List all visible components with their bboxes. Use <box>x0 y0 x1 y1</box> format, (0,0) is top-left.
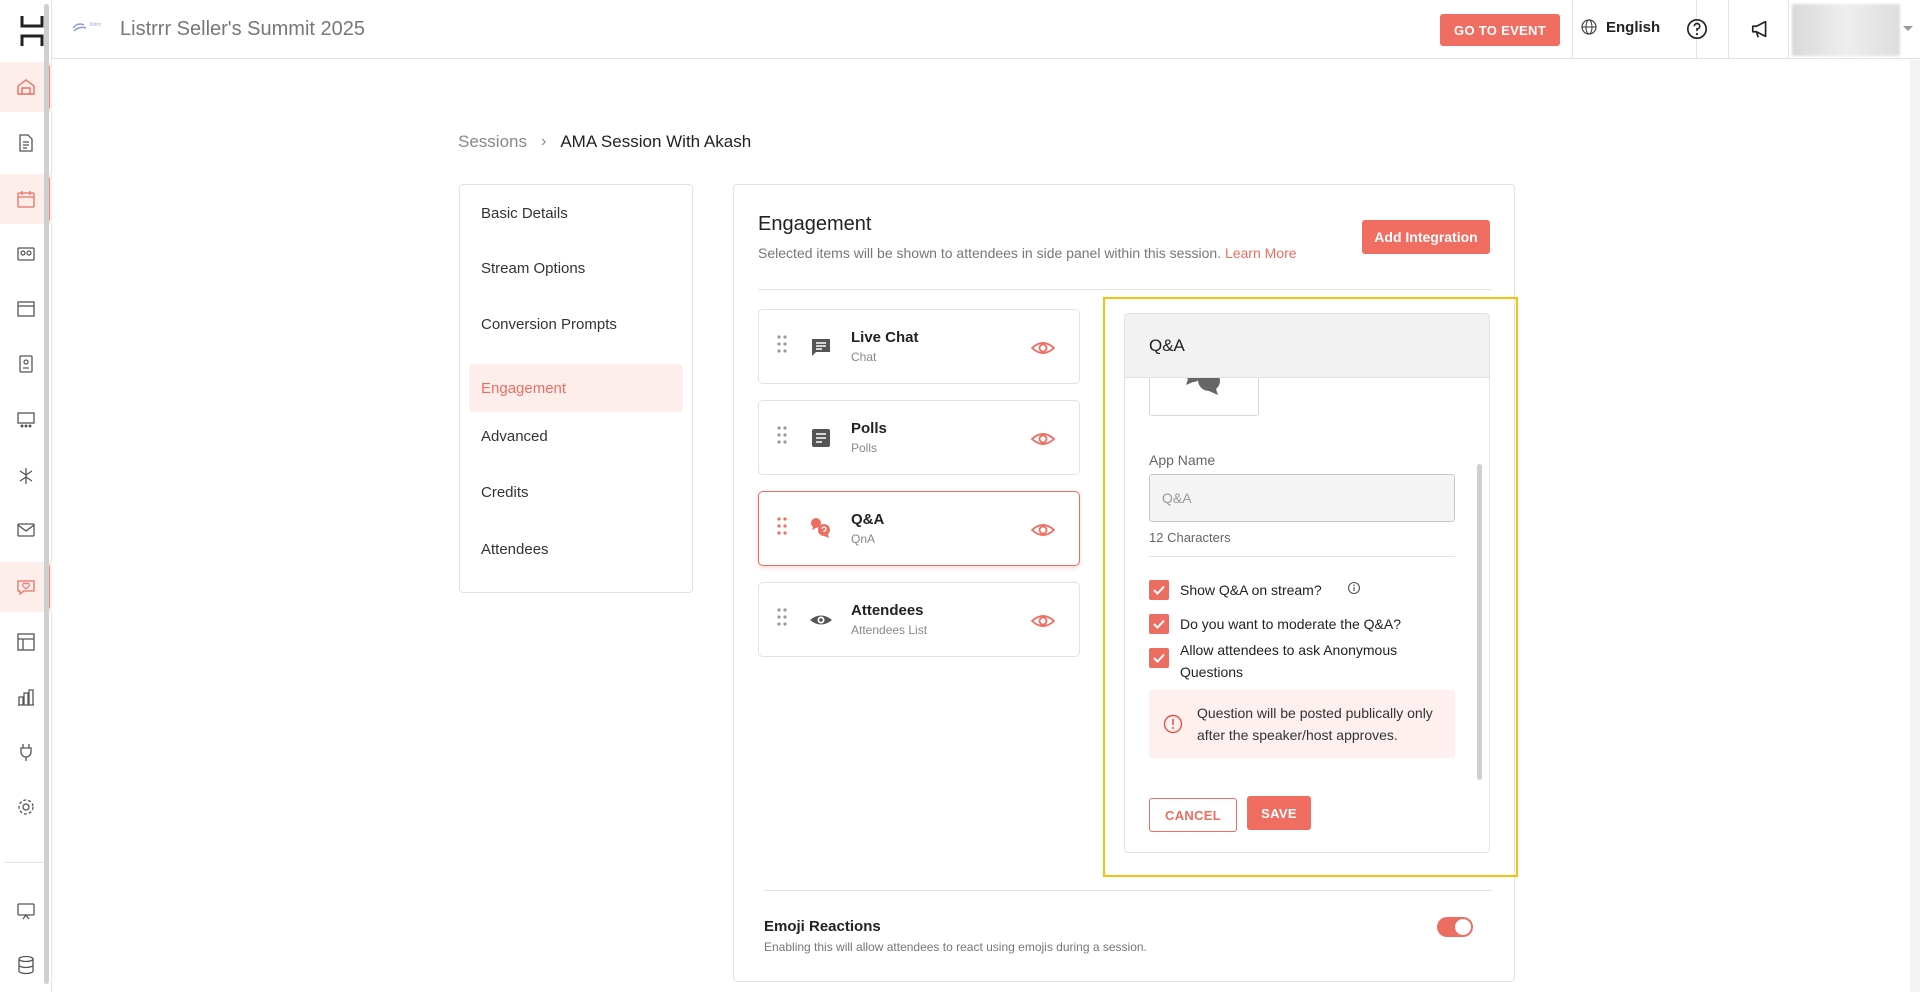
divider <box>764 890 1492 891</box>
learn-more-link[interactable]: Learn More <box>1225 245 1297 261</box>
engagement-title: Engagement <box>758 213 872 235</box>
breadcrumb-current: AMA Session With Akash <box>560 132 752 151</box>
topbar-divider <box>1788 0 1789 59</box>
check-icon <box>1153 585 1165 595</box>
panel-scrollbar[interactable] <box>1477 464 1482 780</box>
show-on-stream-checkbox[interactable] <box>1149 580 1169 600</box>
nav-item-engagement[interactable]: Engagement <box>469 364 683 412</box>
breadcrumb: Sessions › AMA Session With Akash <box>458 132 751 152</box>
topbar-divider <box>1572 0 1573 59</box>
drag-handle-icon[interactable] <box>777 334 787 354</box>
app-name: Live Chat <box>851 329 919 346</box>
help-icon[interactable] <box>1684 16 1710 42</box>
event-title: Listrrr Seller's Summit 2025 <box>120 18 365 40</box>
topbar-divider <box>1728 0 1729 59</box>
emoji-reactions-toggle[interactable] <box>1437 917 1473 937</box>
event-logo-text: listrrr <box>90 22 102 28</box>
nav-item-basic-details[interactable]: Basic Details <box>469 189 683 237</box>
engagement-subtitle-text: Selected items will be shown to attendee… <box>758 245 1222 261</box>
anonymous-questions-label: Allow attendees to ask Anonymous Questio… <box>1180 642 1398 680</box>
qna-panel-header: Q&A <box>1125 314 1489 378</box>
rail-scrollbar[interactable] <box>44 4 49 984</box>
poll-icon <box>812 429 830 447</box>
qna-icon <box>811 518 830 538</box>
nav-item-advanced[interactable]: Advanced <box>469 412 683 460</box>
session-settings-nav: Basic Details Stream Options Conversion … <box>459 184 693 593</box>
drag-handle-icon[interactable] <box>777 607 787 627</box>
app-item-polls[interactable]: Polls Polls <box>758 400 1080 475</box>
language-label: English <box>1606 18 1661 36</box>
emoji-reactions-subtitle: Enabling this will allow attendees to re… <box>764 940 1147 954</box>
visibility-eye-icon[interactable] <box>1031 336 1055 360</box>
engagement-card: Engagement Selected items will be shown … <box>733 184 1518 982</box>
user-avatar[interactable] <box>1792 4 1900 56</box>
go-to-event-button[interactable]: GO TO EVENT <box>1440 14 1560 46</box>
visibility-eye-icon[interactable] <box>1031 427 1055 451</box>
add-integration-button[interactable]: Add Integration <box>1362 220 1490 254</box>
page-scrollbar[interactable] <box>1910 60 1920 992</box>
drag-handle-icon[interactable] <box>777 516 787 536</box>
visibility-eye-icon[interactable] <box>1031 518 1055 542</box>
app-name-label: App Name <box>1149 452 1216 468</box>
app-name: Q&A <box>851 511 885 528</box>
save-button[interactable]: SAVE <box>1247 796 1311 830</box>
left-icon-rail <box>0 0 52 992</box>
info-icon[interactable] <box>1347 581 1361 595</box>
announcement-megaphone-icon[interactable] <box>1748 16 1774 42</box>
app-name: Polls <box>851 420 887 437</box>
app-subtitle: Polls <box>851 441 878 455</box>
app-item-qna[interactable]: Q&A QnA <box>758 491 1080 566</box>
show-on-stream-label: Show Q&A on stream? <box>1180 582 1322 598</box>
emoji-reactions-title: Emoji Reactions <box>764 918 881 935</box>
nav-item-stream-options[interactable]: Stream Options <box>469 244 683 292</box>
divider <box>1149 556 1455 557</box>
top-bar: listrrr Listrrr Seller's Summit 2025 GO … <box>52 0 1920 59</box>
check-icon <box>1153 653 1165 663</box>
qna-settings-panel: Q&A App Name Q&A 12 Characters Show Q&A … <box>1124 313 1490 853</box>
anonymous-questions-checkbox[interactable] <box>1149 648 1169 668</box>
moderation-notice-text: Question will be posted publically only … <box>1197 705 1433 743</box>
app-subtitle: QnA <box>851 532 876 546</box>
moderate-label: Do you want to moderate the Q&A? <box>1180 616 1402 632</box>
moderate-checkbox[interactable] <box>1149 614 1169 634</box>
engagement-subtitle: Selected items will be shown to attendee… <box>758 245 1297 261</box>
app-item-attendees[interactable]: Attendees Attendees List <box>758 582 1080 657</box>
brand-logo-icon[interactable] <box>20 14 44 48</box>
nav-item-conversion-prompts[interactable]: Conversion Prompts <box>469 300 683 348</box>
rail-divider <box>4 862 48 863</box>
cancel-button[interactable]: CANCEL <box>1149 798 1237 832</box>
globe-icon <box>1581 19 1597 35</box>
app-subtitle: Chat <box>851 350 877 364</box>
qna-panel-title: Q&A <box>1149 336 1185 355</box>
check-icon <box>1153 619 1165 629</box>
app-subtitle: Attendees List <box>851 623 928 637</box>
chat-icon <box>812 339 830 356</box>
divider <box>758 289 1492 290</box>
drag-handle-icon[interactable] <box>777 425 787 445</box>
nav-item-credits[interactable]: Credits <box>469 468 683 516</box>
breadcrumb-sessions-link[interactable]: Sessions <box>458 132 527 152</box>
language-selector[interactable]: English <box>1580 18 1660 36</box>
app-name: Attendees <box>851 602 924 619</box>
chevron-down-icon[interactable] <box>1903 26 1913 31</box>
breadcrumb-separator-icon: › <box>540 133 547 150</box>
visibility-eye-icon[interactable] <box>1031 609 1055 633</box>
moderation-notice: Question will be posted publically only … <box>1149 690 1455 758</box>
eye-icon <box>810 615 832 625</box>
event-logo-icon <box>72 23 87 32</box>
nav-item-attendees[interactable]: Attendees <box>469 525 683 573</box>
alert-icon <box>1163 714 1183 734</box>
character-count: 12 Characters <box>1149 530 1231 545</box>
app-item-live-chat[interactable]: Live Chat Chat <box>758 309 1080 384</box>
app-name-input[interactable]: Q&A <box>1149 474 1455 522</box>
